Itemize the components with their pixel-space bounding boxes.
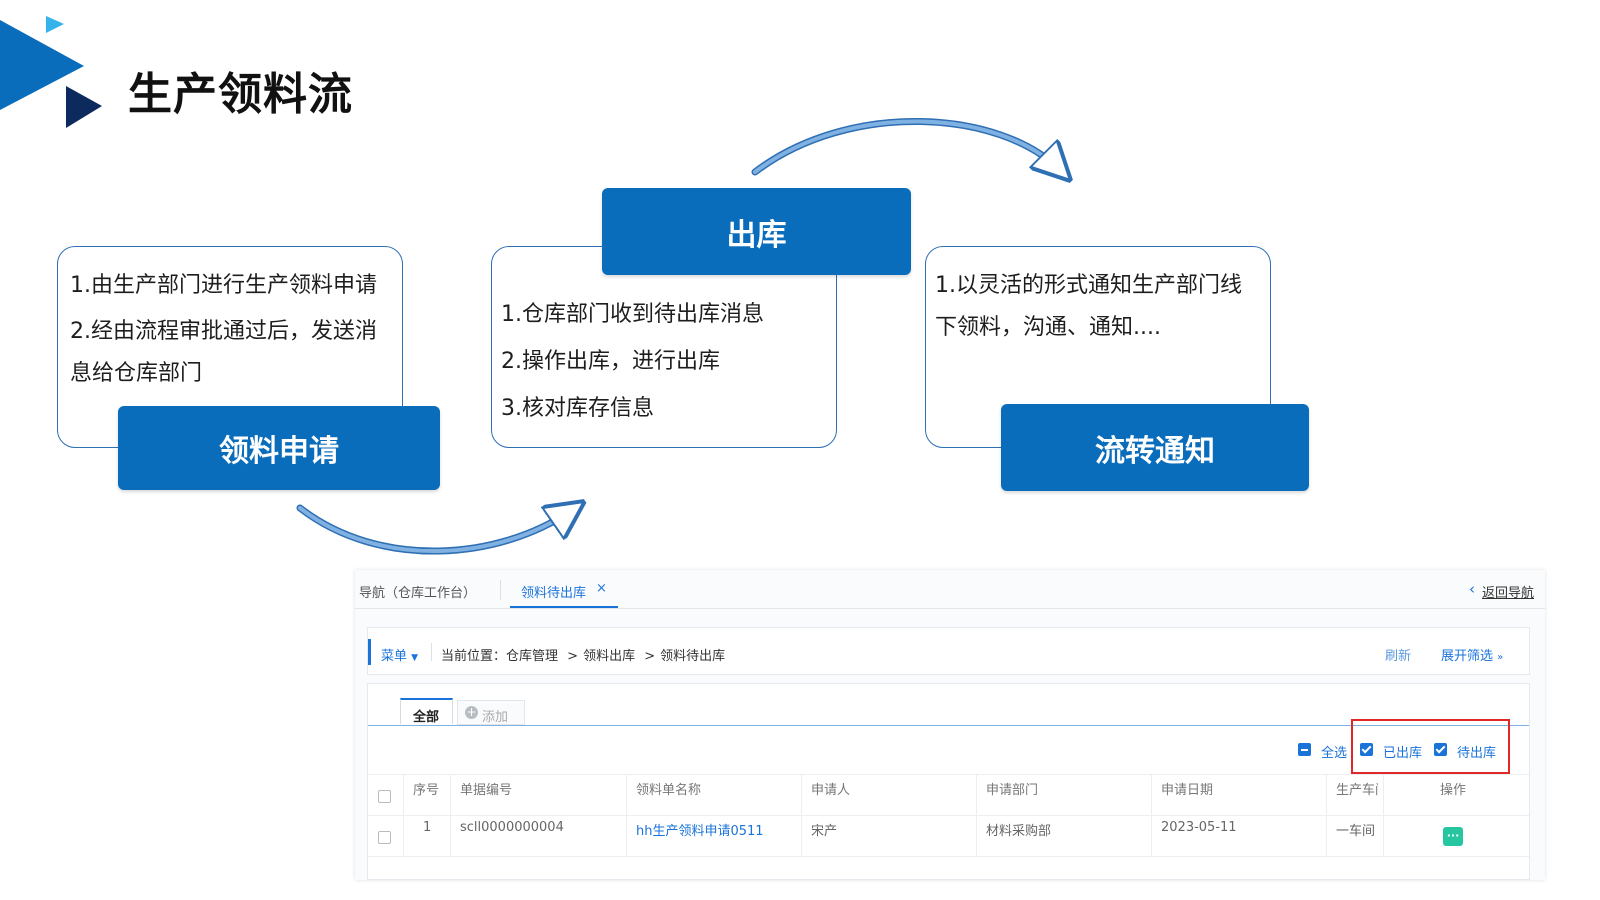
- cell-name-link[interactable]: hh生产领料申请0511: [636, 820, 764, 839]
- step2-label-button: 出库: [602, 188, 911, 275]
- col-divider: [1151, 774, 1152, 856]
- breadcrumb-item[interactable]: 领料出库: [583, 649, 635, 664]
- more-actions-icon[interactable]: ···: [1443, 827, 1463, 846]
- cell-date: 2023-05-11: [1161, 820, 1237, 835]
- col-header-doc-no[interactable]: 单据编号: [460, 779, 512, 798]
- cell-applicant: 宋产: [811, 824, 838, 839]
- tab-pending-outbound[interactable]: 领料待出库 ×: [510, 570, 618, 608]
- step3-label-button: 流转通知: [1001, 404, 1309, 491]
- warehouse-ui-panel: 导航（仓库工作台） 领料待出库 × ‹ 返回导航 菜单 ▼ 当前位置：仓库管理 …: [355, 570, 1545, 880]
- breadcrumb-item[interactable]: 仓库管理: [506, 649, 558, 664]
- plus-circle-icon: +: [465, 705, 478, 719]
- arrow-to-notify: [751, 117, 1060, 172]
- breadcrumb-sep: >: [567, 649, 579, 664]
- cell-doc-no: scll0000000004: [460, 820, 564, 835]
- select-all-checkbox[interactable]: [1298, 743, 1311, 756]
- col-divider: [801, 774, 802, 856]
- back-nav-link[interactable]: 返回导航: [1482, 582, 1534, 601]
- expand-filter-button[interactable]: 展开筛选 »: [1441, 645, 1503, 664]
- col-divider: [626, 774, 627, 856]
- step2-line1: 1.仓库部门收到待出库消息: [501, 302, 764, 327]
- double-chevron-down-icon: »: [1497, 652, 1504, 663]
- step1-line2: 2.经由流程审批通过后，发送消: [70, 319, 377, 344]
- caret-down-icon: ▼: [411, 653, 419, 663]
- top-tab-bar: 导航（仓库工作台） 领料待出库 × ‹ 返回导航: [355, 570, 1545, 609]
- subtab-all-label: 全部: [413, 710, 440, 725]
- step3-line2: 下领料，沟通、通知....: [935, 315, 1161, 340]
- table-row-border: [368, 856, 1529, 857]
- select-all-label: 全选: [1321, 746, 1348, 761]
- subtab-add-label: 添加: [482, 710, 509, 725]
- step2-card: 1.仓库部门收到待出库消息 2.操作出库，进行出库 3.核对库存信息: [491, 246, 837, 448]
- col-header-applicant[interactable]: 申请人: [811, 779, 850, 798]
- subtab-all[interactable]: 全部: [400, 698, 453, 725]
- refresh-button[interactable]: 刷新: [1385, 645, 1411, 664]
- breadcrumb-bar: 菜单 ▼ 当前位置：仓库管理 > 领料出库 > 领料待出库 刷新 展开筛选 »: [367, 627, 1530, 675]
- col-header-date[interactable]: 申请日期: [1161, 779, 1213, 798]
- breadcrumb-sep: >: [644, 649, 656, 664]
- chevron-left-icon[interactable]: ‹: [1469, 580, 1475, 598]
- subtab-add[interactable]: + 添加: [457, 700, 525, 725]
- tab-nav-workbench[interactable]: 导航（仓库工作台）: [359, 582, 476, 601]
- menu-label: 菜单: [381, 649, 408, 664]
- col-divider: [976, 774, 977, 856]
- crumb-divider: [431, 643, 432, 661]
- tab-pending-outbound-label: 领料待出库: [521, 586, 587, 601]
- col-header-index[interactable]: 序号: [413, 779, 439, 798]
- col-divider: [403, 774, 404, 856]
- tab-close-icon[interactable]: ×: [596, 581, 607, 596]
- expand-filter-label: 展开筛选: [1441, 649, 1494, 664]
- cell-workshop: 一车间: [1336, 824, 1376, 839]
- step1-line3: 息给仓库部门: [70, 361, 203, 386]
- menu-button[interactable]: 菜单 ▼: [381, 645, 418, 664]
- location-prefix: 当前位置：: [441, 649, 507, 664]
- step2-line3: 3.核对库存信息: [501, 396, 654, 421]
- col-divider: [450, 774, 451, 856]
- tab-divider: [500, 580, 501, 600]
- col-header-name[interactable]: 领料单名称: [636, 779, 701, 798]
- col-header-workshop[interactable]: 生产车间: [1336, 779, 1378, 798]
- table-header-border: [368, 815, 1529, 816]
- step3-line1: 1.以灵活的形式通知生产部门线: [935, 273, 1242, 298]
- highlight-box: [1351, 719, 1510, 774]
- cell-index: 1: [423, 820, 432, 835]
- breadcrumb-item[interactable]: 领料待出库: [660, 649, 725, 664]
- table-top-border: [368, 774, 1529, 775]
- row-select-checkbox[interactable]: [378, 831, 391, 844]
- step2-line2: 2.操作出库，进行出库: [501, 349, 720, 374]
- crumb-accent-bar: [368, 639, 371, 665]
- col-header-dept[interactable]: 申请部门: [986, 779, 1038, 798]
- cell-dept: 材料采购部: [986, 824, 1052, 839]
- step1-label-button: 领料申请: [118, 406, 440, 490]
- col-divider: [1326, 774, 1327, 856]
- breadcrumb: 当前位置：仓库管理 > 领料出库 > 领料待出库: [441, 645, 725, 664]
- col-divider: [1383, 774, 1384, 856]
- arrow-to-outbound: [296, 508, 572, 555]
- header-select-checkbox[interactable]: [378, 790, 391, 803]
- col-header-action: 操作: [1440, 783, 1467, 798]
- step1-line1: 1.由生产部门进行生产领料申请: [70, 273, 377, 298]
